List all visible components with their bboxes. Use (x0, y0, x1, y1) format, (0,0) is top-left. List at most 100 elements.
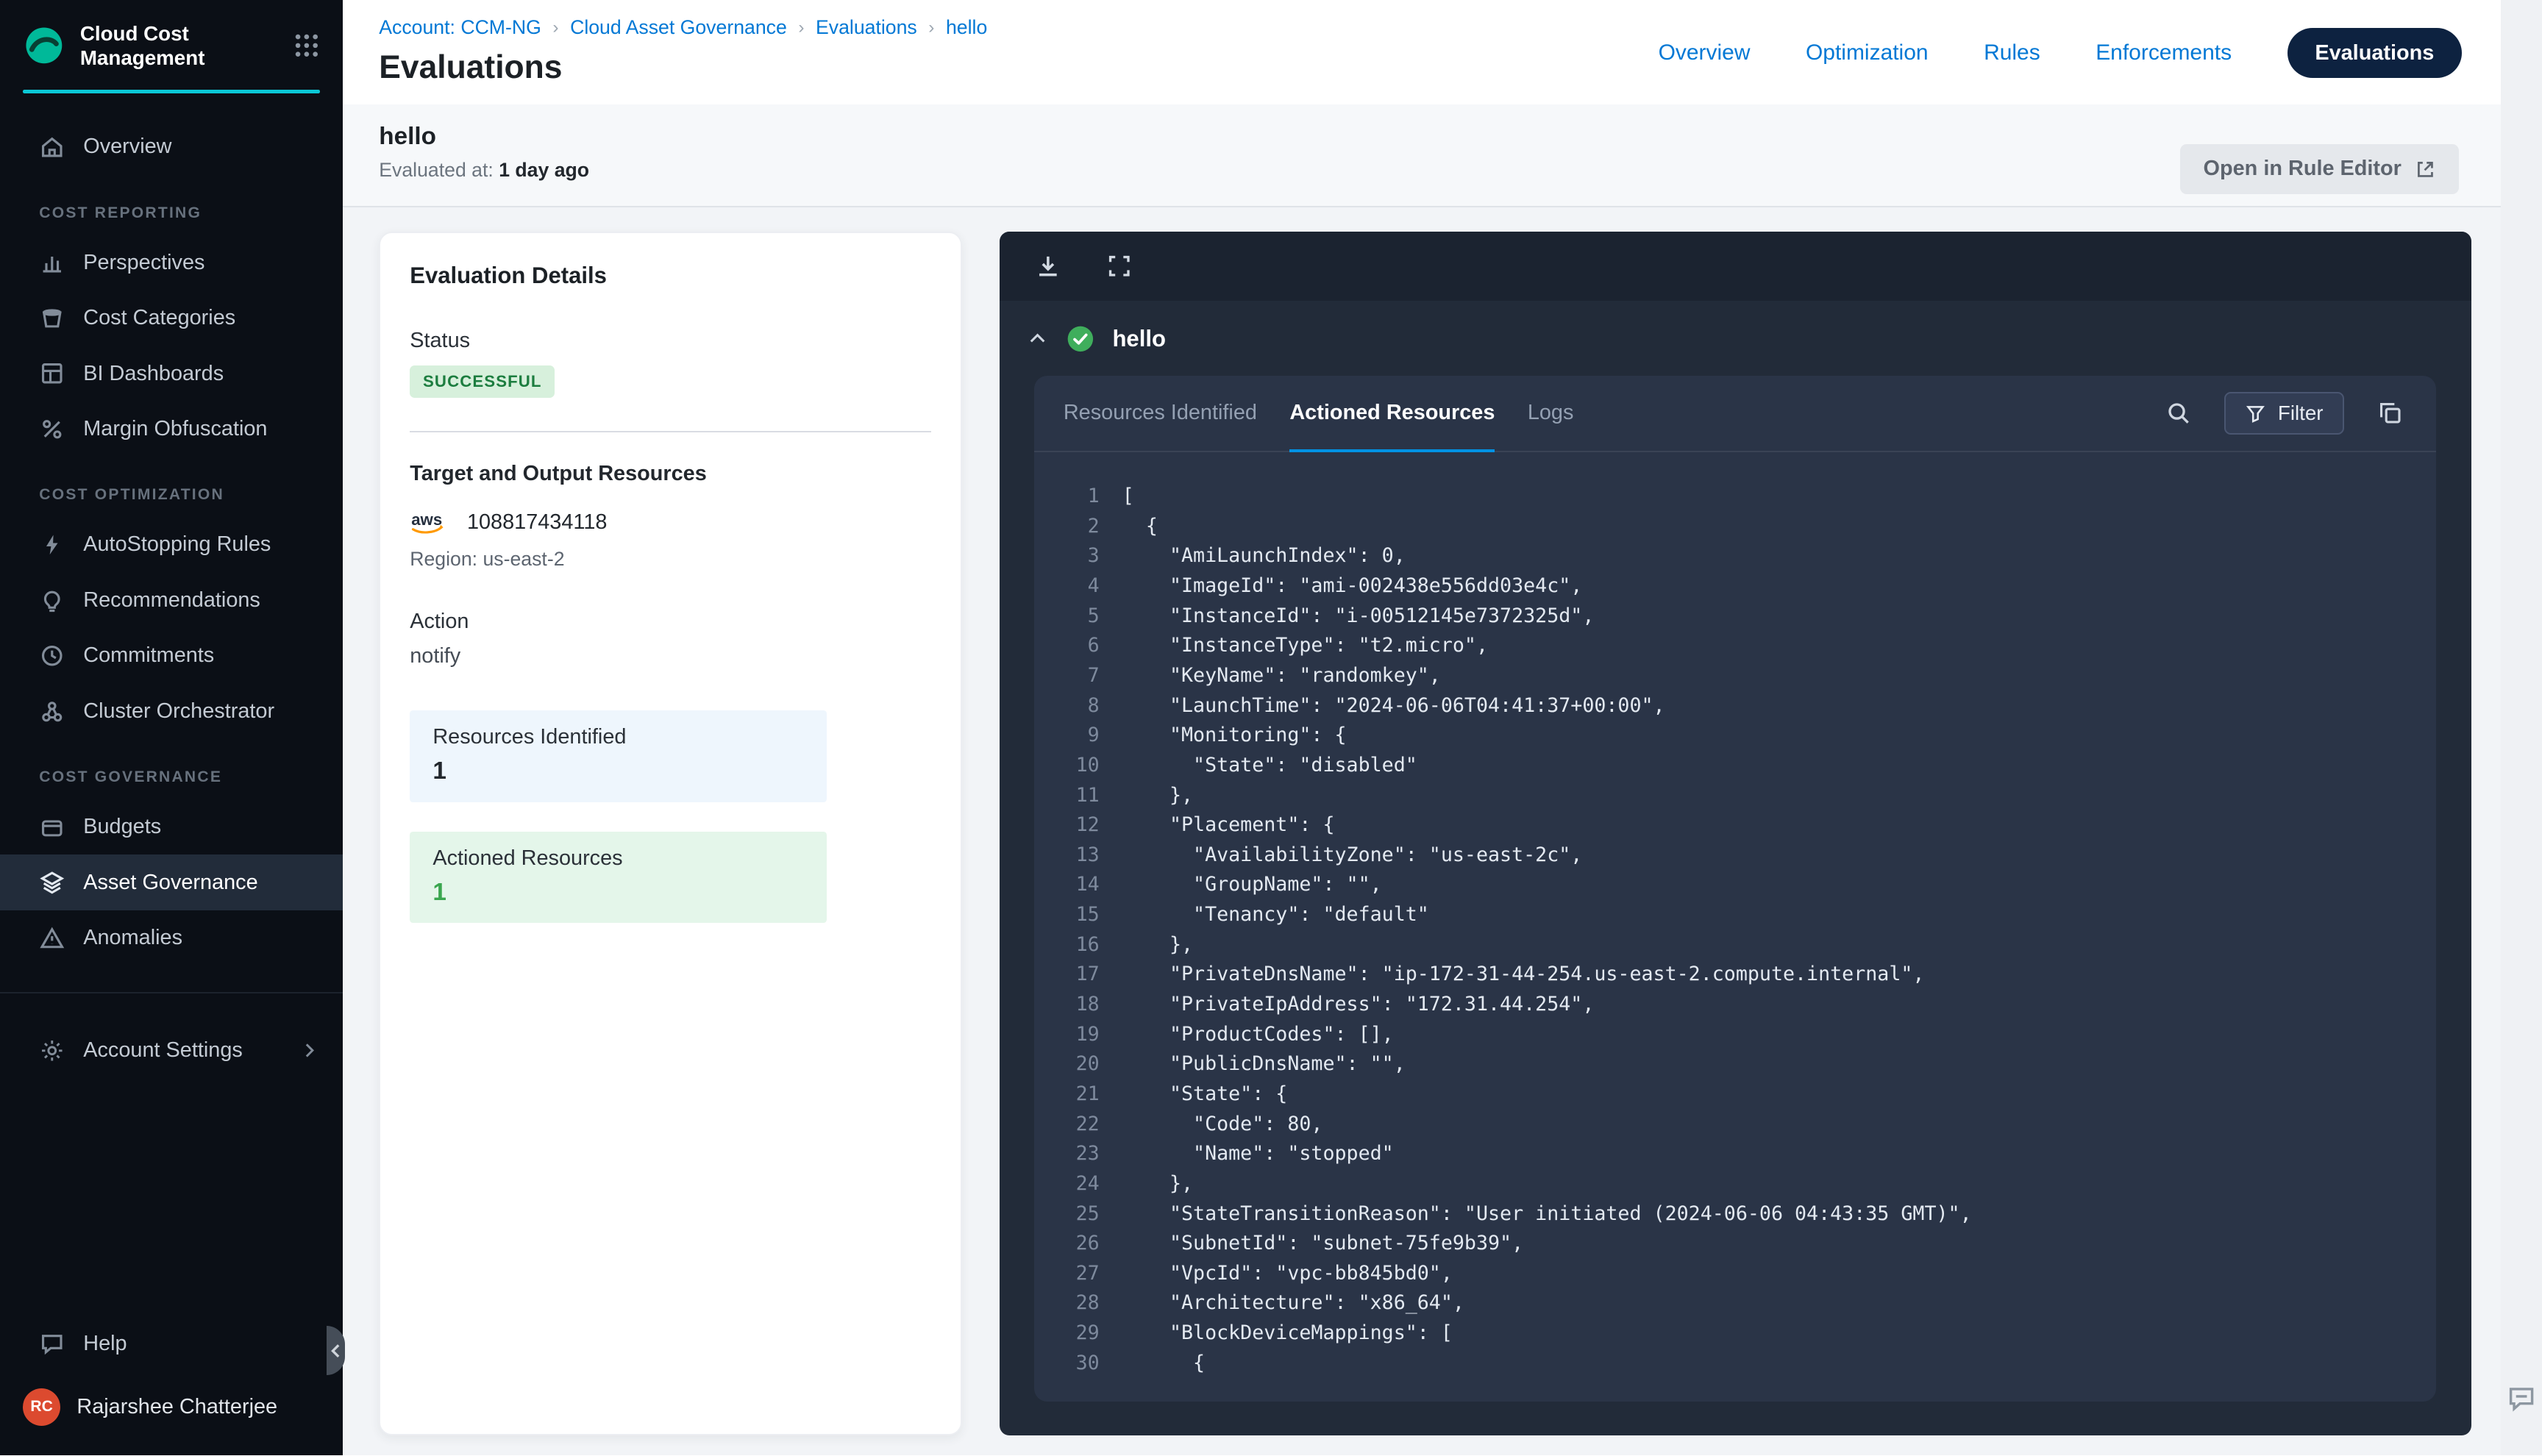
cluster-nodes-icon (39, 699, 65, 725)
fullscreen-button[interactable] (1106, 253, 1133, 279)
action-label: Action (410, 610, 931, 634)
evaluated-at: Evaluated at: 1 day ago (379, 159, 589, 182)
sidebar-item-label: Budgets (83, 815, 161, 839)
sidebar-nav: Overview COST REPORTING Perspectives Cos… (0, 106, 343, 1078)
user-menu[interactable]: RC Rajarshee Chatterjee (0, 1372, 343, 1436)
json-code-viewer[interactable]: [ { "AmiLaunchIndex": 0, "ImageId": "ami… (1034, 452, 2436, 1401)
sidebar-item-help[interactable]: Help (0, 1316, 343, 1372)
bucket-icon (39, 305, 65, 332)
tab-actioned-resources[interactable]: Actioned Resources (1289, 376, 1495, 451)
sidebar-section-cost-governance: COST GOVERNANCE (0, 739, 343, 799)
tab-resources-identified[interactable]: Resources Identified (1064, 376, 1257, 451)
sidebar-item-label: Cluster Orchestrator (83, 699, 274, 724)
assistant-chat-icon[interactable] (2506, 1383, 2537, 1421)
nav-link-overview[interactable]: Overview (1659, 40, 1751, 65)
sidebar-spacer (0, 1078, 343, 1316)
nav-link-enforcements[interactable]: Enforcements (2096, 40, 2232, 65)
breadcrumb-cloud-asset-governance[interactable]: Cloud Asset Governance (570, 16, 787, 39)
breadcrumb-account[interactable]: Account: CCM-NG (379, 16, 541, 39)
evaluated-at-value: 1 day ago (499, 159, 589, 181)
module-accent-line (23, 90, 320, 93)
code-line: "State": { (1064, 1079, 2403, 1110)
breadcrumb-evaluations[interactable]: Evaluations (816, 16, 917, 39)
code-line: [ (1064, 482, 2403, 512)
code-line: "InstanceType": "t2.micro", (1064, 631, 2403, 661)
chevron-left-icon (330, 1343, 343, 1359)
sidebar-item-perspectives[interactable]: Perspectives (0, 235, 343, 290)
tab-logs[interactable]: Logs (1528, 376, 1574, 451)
evaluation-details-card: Evaluation Details Status SUCCESSFUL Tar… (379, 232, 962, 1435)
sidebar-item-commitments[interactable]: Commitments (0, 628, 343, 684)
sidebar-section-cost-optimization: COST OPTIMIZATION (0, 457, 343, 517)
status-label: Status (410, 329, 931, 353)
sidebar-item-label: Account Settings (83, 1038, 243, 1063)
collapse-result-button[interactable] (1026, 327, 1049, 350)
open-in-rule-editor-label: Open in Rule Editor (2204, 157, 2402, 181)
tab-actions: Filter (2165, 392, 2403, 435)
target-account-id: 108817434118 (467, 510, 607, 535)
download-button[interactable] (1034, 252, 1062, 280)
breadcrumb-separator: › (928, 18, 934, 38)
target-resources-label: Target and Output Resources (410, 462, 931, 486)
sidebar-item-margin-obfuscation[interactable]: Margin Obfuscation (0, 402, 343, 457)
sidebar-item-overview[interactable]: Overview (0, 119, 343, 175)
sidebar-item-label: Cost Categories (83, 306, 235, 330)
sidebar-item-cost-categories[interactable]: Cost Categories (0, 290, 343, 346)
filter-button[interactable]: Filter (2224, 392, 2344, 435)
code-line: "VpcId": "vpc-bb845bd0", (1064, 1259, 2403, 1289)
nav-link-rules[interactable]: Rules (1984, 40, 2040, 65)
code-line: "LaunchTime": "2024-06-06T04:41:37+00:00… (1064, 691, 2403, 721)
chevron-right-icon (299, 1040, 320, 1061)
code-line: "Name": "stopped" (1064, 1139, 2403, 1169)
layers-icon (39, 869, 65, 896)
ccm-logo-icon[interactable] (23, 24, 65, 67)
code-line: { (1064, 512, 2403, 542)
dashboard-icon (39, 360, 65, 387)
actioned-resources-value: 1 (432, 879, 803, 907)
code-line: "State": "disabled" (1064, 751, 2403, 781)
sidebar-header: Cloud Cost Management (0, 0, 343, 85)
sidebar-item-recommendations[interactable]: Recommendations (0, 573, 343, 629)
nav-link-optimization[interactable]: Optimization (1806, 40, 1929, 65)
code-line: }, (1064, 1169, 2403, 1199)
sidebar-item-account-settings[interactable]: Account Settings (0, 1023, 343, 1079)
code-line: "Tenancy": "default" (1064, 900, 2403, 930)
home-icon (39, 134, 65, 160)
search-icon (2165, 400, 2192, 427)
chevron-up-icon (1026, 327, 1049, 350)
copy-button[interactable] (2377, 400, 2404, 427)
result-detail-card: Resources Identified Actioned Resources … (1034, 376, 2436, 1402)
code-line: "SubnetId": "subnet-75fe9b39", (1064, 1229, 2403, 1259)
result-panel-toolbar (1000, 232, 2471, 300)
code-line: { (1064, 1349, 2403, 1379)
sidebar-item-asset-governance[interactable]: Asset Governance (0, 854, 343, 910)
status-badge: SUCCESSFUL (410, 365, 555, 398)
page-header: Account: CCM-NG › Cloud Asset Governance… (343, 0, 2501, 104)
sidebar-item-label: Asset Governance (83, 871, 257, 895)
search-button[interactable] (2165, 400, 2192, 427)
open-in-rule-editor-button[interactable]: Open in Rule Editor (2180, 144, 2458, 195)
main-area: Account: CCM-NG › Cloud Asset Governance… (343, 0, 2501, 1455)
result-item-title: hello (1112, 326, 1166, 352)
sidebar-item-cluster-orchestrator[interactable]: Cluster Orchestrator (0, 684, 343, 740)
breadcrumb-current[interactable]: hello (946, 16, 987, 39)
evaluation-name: hello (379, 123, 589, 151)
external-link-icon (2415, 159, 2436, 180)
sidebar-item-label: Margin Obfuscation (83, 417, 267, 441)
sidebar-item-anomalies[interactable]: Anomalies (0, 910, 343, 966)
actioned-resources-label: Actioned Resources (432, 846, 803, 871)
sidebar-item-bi-dashboards[interactable]: BI Dashboards (0, 346, 343, 402)
action-value: notify (410, 644, 931, 668)
code-line: "PrivateDnsName": "ip-172-31-44-254.us-e… (1064, 960, 2403, 990)
sidebar-item-autostopping-rules[interactable]: AutoStopping Rules (0, 517, 343, 573)
code-line: }, (1064, 930, 2403, 960)
sidebar-item-label: AutoStopping Rules (83, 532, 271, 557)
sidebar-item-budgets[interactable]: Budgets (0, 799, 343, 855)
target-region: Region: us-east-2 (410, 548, 931, 571)
module-switcher-grid-icon[interactable] (293, 32, 321, 60)
result-item-header: hello (1000, 301, 2471, 373)
bar-chart-icon (39, 249, 65, 276)
nav-pill-evaluations[interactable]: Evaluations (2288, 28, 2462, 79)
sidebar: Cloud Cost Management Overview COST REPO… (0, 0, 343, 1455)
details-card-title: Evaluation Details (410, 263, 931, 289)
